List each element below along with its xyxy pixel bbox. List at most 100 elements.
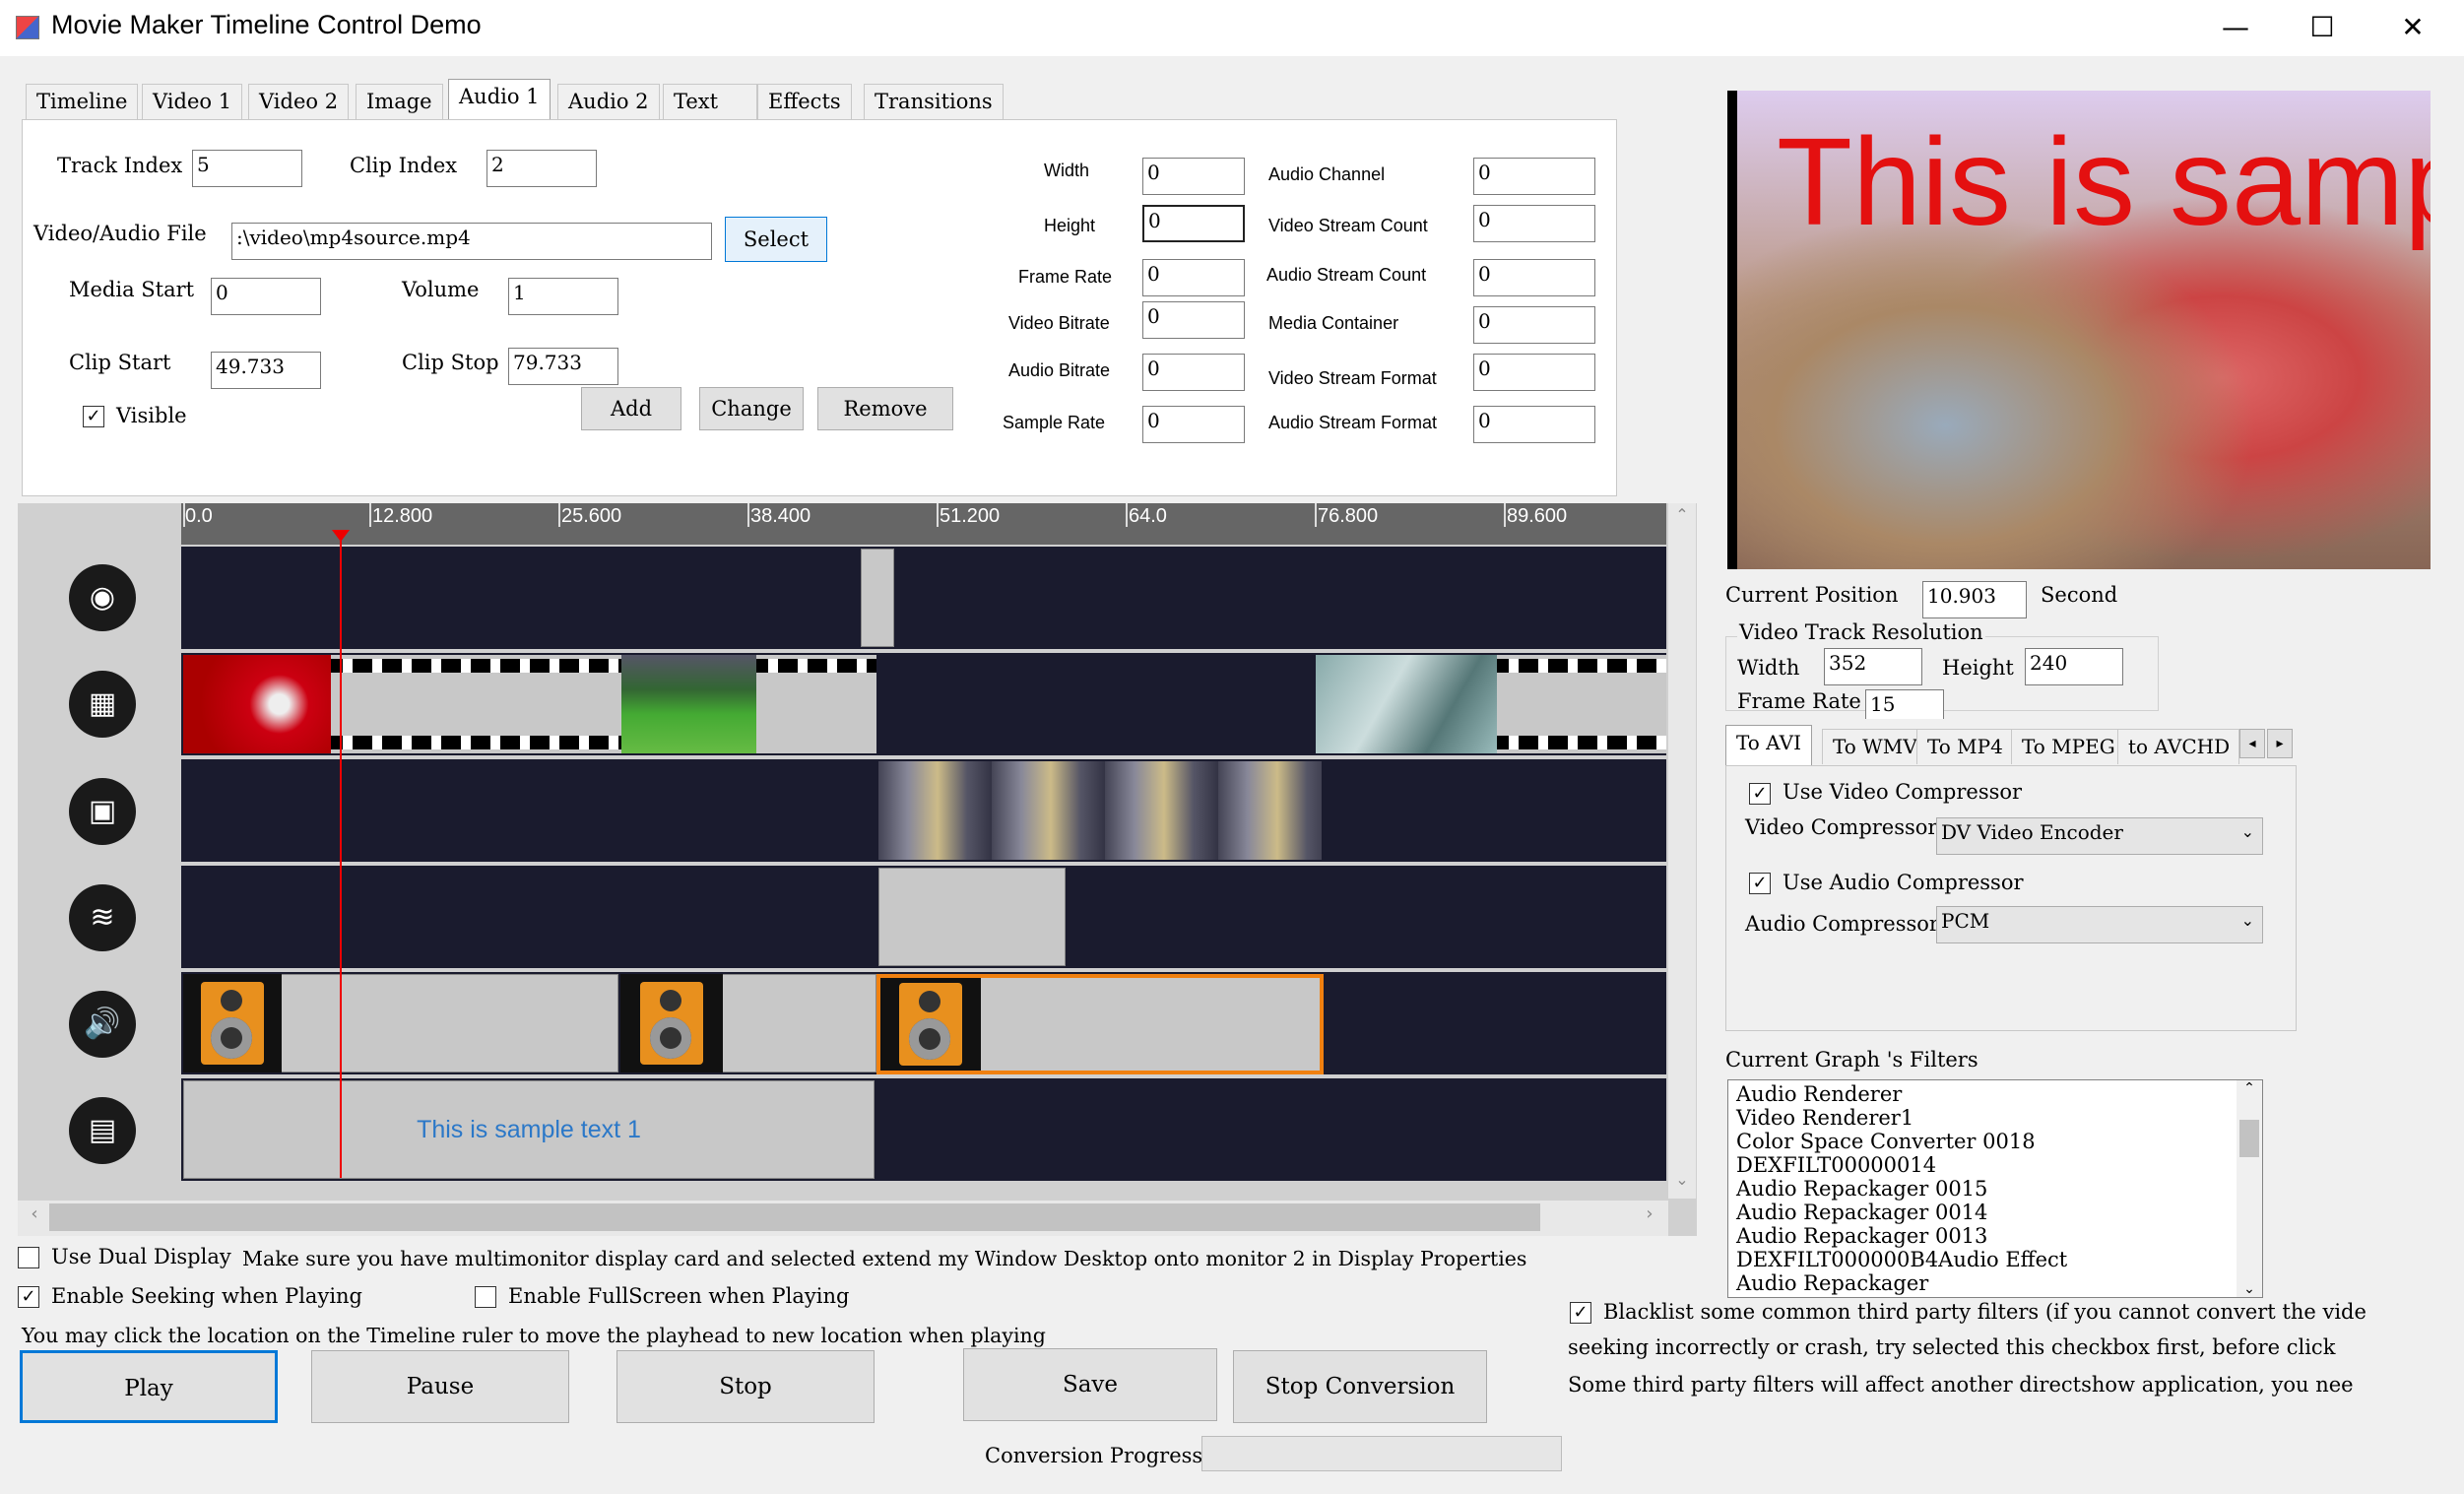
tab-audio-2[interactable]: Audio 2 bbox=[557, 84, 660, 119]
tab-audio-1[interactable]: Audio 1 bbox=[448, 79, 551, 121]
list-item[interactable]: Audio Repackager bbox=[1736, 1271, 2067, 1295]
minimize-button[interactable]: — bbox=[2206, 8, 2265, 47]
list-item[interactable]: Video Renderer1 bbox=[1736, 1106, 2067, 1130]
clip-start-input[interactable]: 49.733 bbox=[211, 352, 321, 389]
resolution-width-input[interactable]: 352 bbox=[1824, 648, 1922, 685]
enable-fullscreen-checkbox[interactable] bbox=[475, 1286, 496, 1308]
tab-video-1[interactable]: Video 1 bbox=[142, 84, 243, 119]
list-item[interactable]: Audio Repackager 0014 bbox=[1736, 1201, 2067, 1224]
filters-list[interactable]: ⌃ ⌄ Audio Renderer Video Renderer1 Color… bbox=[1727, 1079, 2263, 1298]
image-clip[interactable] bbox=[878, 761, 1322, 860]
blacklist-checkbox[interactable]: ✓ bbox=[1570, 1302, 1591, 1324]
use-audio-compressor-checkbox[interactable]: ✓ bbox=[1749, 873, 1771, 894]
scroll-down-arrow-icon[interactable]: ⌄ bbox=[1668, 1170, 1696, 1196]
tab-video-2[interactable]: Video 2 bbox=[248, 84, 350, 119]
change-button[interactable]: Change bbox=[699, 387, 804, 430]
clip-index-input[interactable]: 2 bbox=[486, 150, 597, 187]
tab-scroll-left-icon[interactable]: ◂ bbox=[2239, 729, 2265, 758]
prop-audio-stream-format-input[interactable]: 0 bbox=[1473, 406, 1595, 443]
remove-button[interactable]: Remove bbox=[817, 387, 953, 430]
video-compressor-select[interactable]: DV Video Encoder ⌄ bbox=[1936, 817, 2263, 855]
playhead[interactable] bbox=[340, 530, 342, 1178]
enable-seeking-checkbox[interactable]: ✓ bbox=[18, 1286, 39, 1308]
prop-sample-rate-input[interactable]: 0 bbox=[1142, 406, 1245, 443]
hscroll-thumb[interactable] bbox=[49, 1203, 1540, 1231]
maximize-button[interactable]: ☐ bbox=[2293, 8, 2352, 47]
effect-clip[interactable] bbox=[861, 549, 894, 647]
overlay-clip[interactable] bbox=[878, 868, 1066, 966]
video-clip[interactable] bbox=[331, 655, 621, 753]
tab-to-wmv[interactable]: To WMV bbox=[1822, 729, 1928, 764]
scroll-up-arrow-icon[interactable]: ⌃ bbox=[1668, 505, 1696, 531]
dual-display-checkbox[interactable] bbox=[18, 1247, 39, 1268]
media-start-input[interactable]: 0 bbox=[211, 278, 321, 315]
prop-width-input[interactable]: 0 bbox=[1142, 158, 1245, 195]
globe-icon[interactable]: ◉ bbox=[69, 564, 136, 631]
speaker-icon[interactable]: 🔊 bbox=[69, 991, 136, 1058]
prop-video-bitrate-input[interactable]: 0 bbox=[1142, 301, 1245, 339]
prop-frame-rate-input[interactable]: 0 bbox=[1142, 259, 1245, 296]
layers-icon[interactable]: ≋ bbox=[69, 884, 136, 951]
visible-checkbox[interactable]: ✓ bbox=[83, 406, 104, 427]
scroll-left-arrow-icon[interactable]: ‹ bbox=[22, 1203, 47, 1231]
video-clip-thumbnail[interactable] bbox=[621, 655, 756, 753]
current-position-input[interactable]: 10.903 bbox=[1922, 581, 2027, 618]
tab-to-mpeg[interactable]: To MPEG bbox=[2011, 729, 2126, 764]
effects-track[interactable] bbox=[181, 547, 1666, 649]
video-clip-thumbnail[interactable] bbox=[1316, 655, 1497, 753]
list-item[interactable]: Audio Repackager 0015 bbox=[1736, 1177, 2067, 1201]
play-button[interactable]: Play bbox=[20, 1350, 278, 1423]
video-clip[interactable] bbox=[1497, 655, 1666, 753]
playhead-marker[interactable] bbox=[332, 530, 350, 542]
tab-effects[interactable]: Effects bbox=[757, 84, 852, 119]
video-clip-thumbnail[interactable] bbox=[183, 655, 331, 753]
prop-height-input[interactable]: 0 bbox=[1142, 205, 1245, 242]
list-item[interactable]: DEXFILT000000B4Audio Effect bbox=[1736, 1248, 2067, 1271]
pause-button[interactable]: Pause bbox=[311, 1350, 569, 1423]
blacklist-label: Blacklist some common third party filter… bbox=[1603, 1300, 2367, 1324]
tab-scroll-right-icon[interactable]: ▸ bbox=[2267, 729, 2293, 758]
prop-audio-channel-input[interactable]: 0 bbox=[1473, 158, 1595, 195]
prop-video-stream-format-input[interactable]: 0 bbox=[1473, 354, 1595, 391]
list-item[interactable]: DEXFILT00000014 bbox=[1736, 1153, 2067, 1177]
prop-media-container-input[interactable]: 0 bbox=[1473, 306, 1595, 344]
add-button[interactable]: Add bbox=[581, 387, 681, 430]
list-item[interactable]: Color Space Converter 0018 bbox=[1736, 1130, 2067, 1153]
timeline-vscrollbar[interactable] bbox=[1668, 503, 1696, 1199]
prop-audio-bitrate-input[interactable]: 0 bbox=[1142, 354, 1245, 391]
list-item[interactable]: Audio Repackager 0013 bbox=[1736, 1224, 2067, 1248]
use-video-compressor-checkbox[interactable]: ✓ bbox=[1749, 783, 1771, 805]
tab-to-avchd[interactable]: to AVCHD bbox=[2117, 729, 2239, 764]
video-clip[interactable] bbox=[756, 655, 876, 753]
frame-rate-input[interactable]: 15 bbox=[1865, 689, 1944, 719]
tab-image[interactable]: Image bbox=[356, 84, 443, 119]
film-icon[interactable]: ▦ bbox=[69, 671, 136, 738]
scroll-down-arrow-icon[interactable]: ⌄ bbox=[2237, 1281, 2262, 1297]
prop-video-stream-count-input[interactable]: 0 bbox=[1473, 205, 1595, 242]
tab-to-mp4[interactable]: To MP4 bbox=[1916, 729, 2014, 764]
clip-stop-input[interactable]: 79.733 bbox=[508, 348, 618, 385]
stop-conversion-button[interactable]: Stop Conversion bbox=[1233, 1350, 1487, 1423]
close-button[interactable]: ✕ bbox=[2383, 8, 2442, 47]
tab-text[interactable]: Text bbox=[663, 84, 757, 119]
list-item[interactable]: Audio Renderer bbox=[1736, 1082, 2067, 1106]
document-icon[interactable]: ▤ bbox=[69, 1097, 136, 1164]
stop-button[interactable]: Stop bbox=[616, 1350, 875, 1423]
scroll-right-arrow-icon[interactable]: › bbox=[1637, 1203, 1662, 1231]
image-add-icon[interactable]: ▣ bbox=[69, 778, 136, 845]
filters-scroll-thumb[interactable] bbox=[2239, 1120, 2259, 1157]
select-button[interactable]: Select bbox=[725, 217, 827, 262]
volume-input[interactable]: 1 bbox=[508, 278, 618, 315]
text-clip[interactable]: This is sample text 1 bbox=[183, 1080, 875, 1179]
tab-transitions[interactable]: Transitions bbox=[864, 84, 1004, 119]
tab-timeline[interactable]: Timeline bbox=[26, 84, 139, 119]
prop-audio-stream-count-input[interactable]: 0 bbox=[1473, 259, 1595, 296]
resolution-height-input[interactable]: 240 bbox=[2025, 648, 2123, 685]
save-button[interactable]: Save bbox=[963, 1348, 1217, 1421]
scroll-up-arrow-icon[interactable]: ⌃ bbox=[2237, 1080, 2262, 1096]
audio-compressor-select[interactable]: PCM ⌄ bbox=[1936, 906, 2263, 943]
tab-to-avi[interactable]: To AVI bbox=[1725, 725, 1812, 766]
track-index-input[interactable]: 5 bbox=[192, 150, 302, 187]
filters-scrollbar[interactable]: ⌃ ⌄ bbox=[2237, 1080, 2262, 1297]
file-input[interactable]: :\video\mp4source.mp4 bbox=[231, 223, 712, 260]
